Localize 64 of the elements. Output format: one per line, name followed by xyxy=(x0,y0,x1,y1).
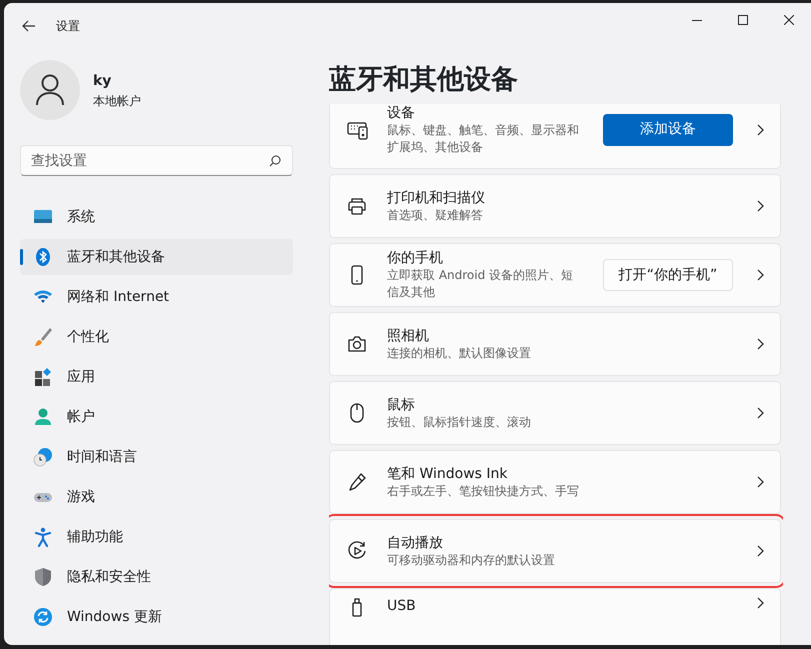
chevron-right-icon xyxy=(756,124,764,136)
settings-card[interactable]: USB xyxy=(329,588,781,645)
close-icon xyxy=(784,15,794,25)
nav-item[interactable]: 帐户 xyxy=(20,399,293,435)
card-description: 鼠标、键盘、触笔、音频、显示器和扩展坞、其他设备 xyxy=(387,122,580,156)
shield-icon xyxy=(33,567,53,587)
play-circle-icon xyxy=(346,541,368,561)
card-description: 连接的相机、默认图像设置 xyxy=(387,344,532,362)
card-description: 可移动驱动器和内存的默认设置 xyxy=(387,552,556,568)
search-field[interactable]: 查找设置 xyxy=(20,145,293,176)
page-title: 蓝牙和其他设备 xyxy=(329,63,519,97)
back-arrow-icon[interactable] xyxy=(22,20,36,32)
nav-item[interactable]: 系统 xyxy=(20,199,293,235)
chevron-right-icon xyxy=(756,338,764,350)
apps-icon xyxy=(33,367,53,387)
card-description: 右手或左手、笔按钮快捷方式、手写 xyxy=(387,482,580,500)
nav-item[interactable]: 隐私和安全性 xyxy=(20,559,293,595)
nav-item[interactable]: 应用 xyxy=(20,359,293,395)
person-icon xyxy=(33,407,53,427)
card-description: 首选项、疑难解答 xyxy=(387,206,484,224)
refresh-icon xyxy=(33,607,53,627)
settings-card[interactable]: 鼠标 按钮、鼠标指针速度、滚动 xyxy=(329,381,781,445)
nav-item[interactable]: 蓝牙和其他设备 xyxy=(20,239,293,275)
card-button[interactable]: 添加设备 xyxy=(603,114,733,146)
nav-item[interactable]: 个性化 xyxy=(20,319,293,355)
printer-icon xyxy=(346,196,368,216)
nav-item[interactable]: Windows 更新 xyxy=(20,599,293,635)
camera-icon xyxy=(346,334,368,354)
chevron-right-icon xyxy=(756,476,764,488)
chevron-right-icon xyxy=(756,597,764,609)
chevron-right-icon xyxy=(756,269,764,281)
maximize-icon xyxy=(738,15,748,25)
search-icon xyxy=(269,155,281,167)
card-title: 照相机 xyxy=(387,326,430,344)
account-type: 本地帐户 xyxy=(93,92,141,110)
settings-card[interactable]: 照相机 连接的相机、默认图像设置 xyxy=(329,312,781,376)
paintbrush-icon xyxy=(33,327,53,347)
settings-card[interactable]: 你的手机 立即获取 Android 设备的照片、短信及其他 打开“你的手机” xyxy=(329,243,781,307)
nav-item[interactable]: 游戏 xyxy=(20,479,293,515)
card-title: 笔和 Windows Ink xyxy=(387,464,509,482)
settings-card[interactable]: 笔和 Windows Ink 右手或左手、笔按钮快捷方式、手写 xyxy=(329,450,781,514)
nav-item[interactable]: 时间和语言 xyxy=(20,439,293,475)
chevron-right-icon xyxy=(756,407,764,419)
card-title: 设备 xyxy=(387,104,416,122)
chevron-right-icon xyxy=(756,545,764,557)
card-title: 自动播放 xyxy=(387,534,444,552)
nav-item[interactable]: 辅助功能 xyxy=(20,519,293,555)
card-title: 鼠标 xyxy=(387,396,416,414)
bluetooth-icon xyxy=(33,247,53,267)
card-button[interactable]: 打开“你的手机” xyxy=(603,259,733,291)
keyboard-speaker-icon xyxy=(346,120,368,140)
settings-card[interactable]: 设备 鼠标、键盘、触笔、音频、显示器和扩展坞、其他设备 添加设备 xyxy=(329,104,781,169)
card-description: 立即获取 Android 设备的照片、短信及其他 xyxy=(387,267,574,301)
settings-card[interactable]: 打印机和扫描仪 首选项、疑难解答 xyxy=(329,174,781,238)
nav-item[interactable]: 网络和 Internet xyxy=(20,279,293,315)
clock-globe-icon xyxy=(33,447,53,467)
chevron-right-icon xyxy=(756,200,764,212)
window-title: 设置 xyxy=(56,18,80,35)
user-name: ky xyxy=(93,72,112,90)
accessibility-icon xyxy=(33,527,53,547)
card-title: 你的手机 xyxy=(387,249,444,267)
card-title: USB xyxy=(387,597,417,615)
card-description: 按钮、鼠标指针速度、滚动 xyxy=(387,414,532,430)
card-title: 打印机和扫描仪 xyxy=(387,188,486,206)
